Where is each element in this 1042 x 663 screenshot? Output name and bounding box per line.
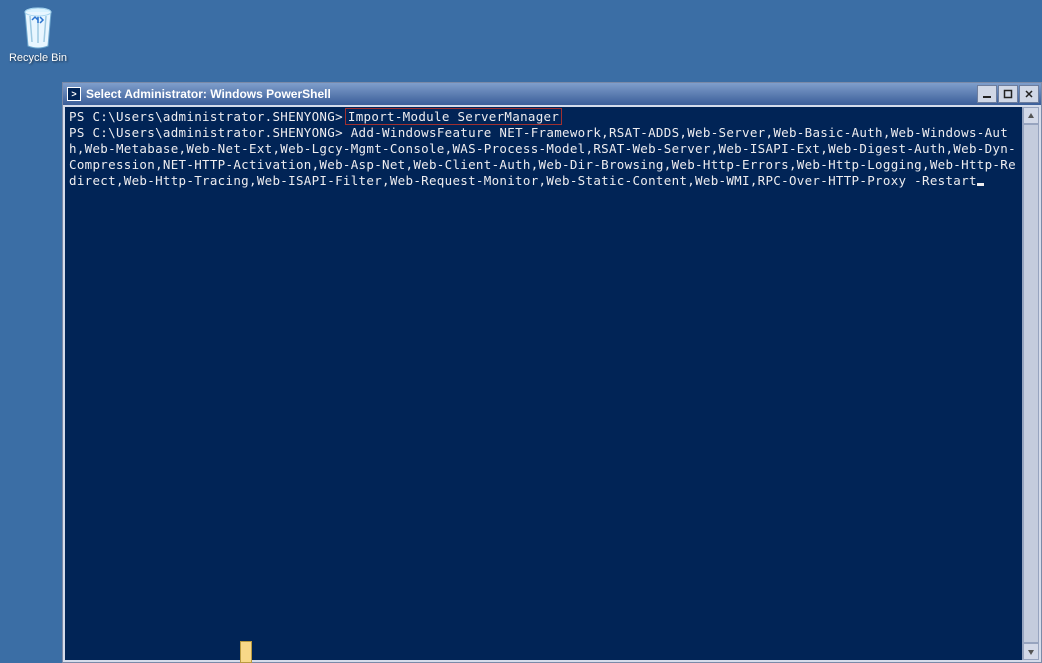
scroll-up-button[interactable] (1023, 107, 1039, 124)
vertical-scrollbar[interactable] (1022, 107, 1039, 660)
text-cursor (977, 183, 984, 186)
minimize-button[interactable] (977, 85, 997, 103)
prompt-2: PS C:\Users\administrator.SHENYONG> (69, 125, 343, 140)
recycle-bin-icon (18, 6, 58, 50)
window-controls (976, 85, 1039, 103)
scroll-thumb[interactable] (1023, 124, 1039, 643)
desktop-icon-recycle-bin[interactable]: Recycle Bin (8, 6, 68, 64)
scroll-track[interactable] (1023, 124, 1039, 643)
powershell-app-icon: > (67, 87, 81, 101)
window-client-area: PS C:\Users\administrator.SHENYONG>Impor… (63, 105, 1041, 662)
close-button[interactable] (1019, 85, 1039, 103)
taskbar-highlight (240, 641, 252, 663)
prompt-1: PS C:\Users\administrator.SHENYONG> (69, 109, 343, 124)
command-1-highlighted: Import-Module ServerManager (345, 108, 562, 125)
powershell-window: > Select Administrator: Windows PowerShe… (62, 82, 1042, 663)
window-title: Select Administrator: Windows PowerShell (86, 87, 971, 101)
scroll-down-button[interactable] (1023, 643, 1039, 660)
recycle-bin-label: Recycle Bin (8, 52, 68, 64)
titlebar[interactable]: > Select Administrator: Windows PowerShe… (63, 83, 1041, 105)
powershell-console[interactable]: PS C:\Users\administrator.SHENYONG>Impor… (65, 107, 1022, 660)
maximize-button[interactable] (998, 85, 1018, 103)
